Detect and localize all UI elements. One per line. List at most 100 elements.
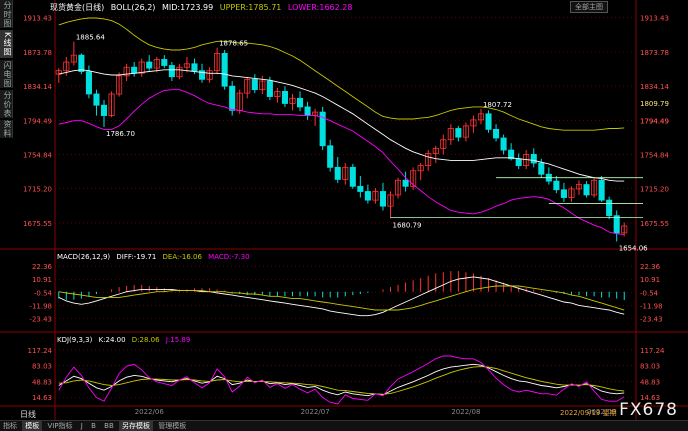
y-tick-label-right: 1715.20 bbox=[640, 186, 669, 194]
side-tab-fenjia[interactable]: 分价表 bbox=[0, 90, 13, 118]
y-tick-label-left: 1675.55 bbox=[23, 220, 52, 228]
kdj-title: KDJ(9,3,3) bbox=[57, 336, 93, 344]
y-tick-label-left: -23.43 bbox=[29, 315, 52, 323]
candle-body bbox=[334, 166, 341, 180]
tab-b[interactable]: B bbox=[88, 422, 99, 430]
candle-body bbox=[251, 78, 258, 91]
kdj-k-line bbox=[58, 363, 625, 397]
candle-body bbox=[78, 54, 85, 72]
y-tick-label-right: 117.24 bbox=[640, 347, 665, 355]
y-tick-label-left: 14.63 bbox=[32, 394, 52, 402]
price-annotation: 1878.65 bbox=[219, 40, 248, 48]
y-tick-label-right: 83.03 bbox=[640, 363, 660, 371]
tab-bb[interactable]: BB bbox=[101, 422, 117, 430]
price-annotation: 1786.70 bbox=[106, 130, 135, 138]
period-label[interactable]: 日线 bbox=[20, 409, 36, 420]
boll-params: BOLL(26,2) bbox=[110, 3, 156, 12]
right-price-marker: 1809.79 bbox=[640, 100, 669, 108]
y-tick-label-right: 1834.14 bbox=[640, 83, 669, 91]
boll-upper: UPPER:1785.71 bbox=[219, 3, 282, 12]
candle-body bbox=[85, 71, 92, 95]
candle-body bbox=[296, 97, 304, 108]
y-tick-label-right: 22.36 bbox=[640, 263, 661, 271]
boll-lower: LOWER:1662.28 bbox=[287, 3, 353, 12]
candle-body bbox=[221, 53, 228, 87]
candle-body bbox=[229, 85, 236, 111]
macd-value: MACD:-7.30 bbox=[208, 253, 250, 261]
candle-body bbox=[485, 113, 492, 130]
kdj-j-line bbox=[58, 355, 625, 405]
boll-header: 现货黄金(日线) BOLL(26,2) MID:1723.99 UPPER:17… bbox=[50, 2, 356, 13]
boll-mid: MID:1723.99 bbox=[161, 3, 214, 12]
price-annotation: 1654.06 bbox=[619, 244, 648, 252]
macd-dea: DEA:-16.06 bbox=[162, 253, 202, 261]
y-tick-label-right: 1675.55 bbox=[640, 220, 669, 228]
right-price-marker: 1794.49 bbox=[640, 117, 669, 125]
candle-body bbox=[402, 179, 409, 187]
kdj-header: KDJ(9,3,3) K:24.00 D:28.06 J:15.89 bbox=[57, 336, 194, 344]
boll-title: 现货黄金(日线) bbox=[50, 3, 105, 12]
candle-body bbox=[560, 189, 567, 198]
y-tick-label-left: 1794.49 bbox=[23, 117, 52, 125]
boll-upper-line bbox=[58, 17, 625, 131]
y-tick-label-right: -0.54 bbox=[640, 289, 659, 297]
candle-body bbox=[530, 153, 537, 164]
y-tick-label-left: 1715.20 bbox=[23, 186, 52, 194]
candle-body bbox=[357, 185, 364, 192]
tab-j[interactable]: J bbox=[78, 422, 86, 430]
y-tick-label-right: -11.98 bbox=[640, 302, 663, 310]
macd-diff-line bbox=[58, 276, 625, 317]
macd-title: MACD(26,12,9) bbox=[57, 253, 111, 261]
macd-header: MACD(26,12,9) DIFF:-19.71 DEA:-16.06 MAC… bbox=[57, 253, 254, 261]
y-tick-label-right: 48.83 bbox=[640, 378, 660, 386]
candle-body bbox=[349, 166, 356, 187]
cursor-date: 2022/09/19 星期 bbox=[560, 409, 617, 417]
candle-body bbox=[538, 162, 545, 175]
candle-body bbox=[281, 90, 288, 104]
price-annotation: 1885.64 bbox=[76, 34, 105, 42]
candle-body bbox=[515, 158, 522, 167]
candle-body bbox=[327, 145, 334, 168]
y-tick-label-left: 1913.43 bbox=[23, 15, 52, 23]
price-annotation: 1807.72 bbox=[483, 101, 512, 109]
chart-canvas: 1913.43 1913.43 1873.78 1873.78 1834.14 1834.… bbox=[0, 0, 688, 420]
price-annotation: 1680.79 bbox=[393, 221, 422, 229]
y-tick-label-right: 1913.43 bbox=[640, 15, 669, 23]
y-tick-label-right: -23.43 bbox=[640, 315, 663, 323]
y-tick-label-right: 1873.78 bbox=[640, 49, 669, 57]
watermark-logo: FX678 bbox=[619, 400, 678, 420]
candle-body bbox=[146, 61, 153, 69]
y-tick-label-left: 10.91 bbox=[32, 276, 52, 284]
x-date-label: 2022/06 bbox=[135, 408, 165, 416]
y-tick-label-left: 1834.14 bbox=[23, 83, 52, 91]
bottom-toolbar: 指标 模板 VIP指标 J B BB 另存模板 管理模板 bbox=[0, 420, 688, 431]
candle-body bbox=[553, 180, 560, 191]
candle-body bbox=[598, 179, 605, 201]
candle-body bbox=[93, 93, 100, 106]
y-tick-label-left: 1873.78 bbox=[23, 49, 52, 57]
side-tab-ziliao[interactable]: 资料 bbox=[0, 120, 13, 138]
y-tick-label-right: 1754.84 bbox=[640, 152, 669, 160]
main-chart-select[interactable]: 全部主图 bbox=[570, 1, 608, 13]
kdj-k: K:24.00 bbox=[98, 336, 126, 344]
candle-body bbox=[131, 66, 138, 74]
candle-body bbox=[500, 137, 507, 151]
y-tick-label-left: 48.83 bbox=[32, 378, 52, 386]
y-tick-label-left: 83.03 bbox=[32, 363, 52, 371]
side-tab-fenshi[interactable]: 分时图 bbox=[0, 0, 13, 28]
macd-diff: DIFF:-19.71 bbox=[116, 253, 157, 261]
candle-body bbox=[168, 65, 175, 78]
candle-body bbox=[304, 106, 311, 116]
candle-body bbox=[161, 59, 168, 66]
y-tick-label-right: 10.91 bbox=[640, 276, 660, 284]
candle-body bbox=[583, 184, 590, 196]
side-tab-shandian[interactable]: 闪电图 bbox=[0, 60, 13, 88]
y-tick-label-left: -11.98 bbox=[29, 302, 52, 310]
candle-body bbox=[100, 104, 108, 116]
kdj-j: J:15.89 bbox=[165, 336, 191, 344]
side-tab-kline[interactable]: K线图 bbox=[0, 30, 13, 58]
kdj-d-line bbox=[58, 366, 625, 395]
y-tick-label-left: 22.36 bbox=[32, 263, 53, 271]
y-tick-label-left: 1754.84 bbox=[23, 152, 52, 160]
candle-body bbox=[379, 191, 387, 207]
